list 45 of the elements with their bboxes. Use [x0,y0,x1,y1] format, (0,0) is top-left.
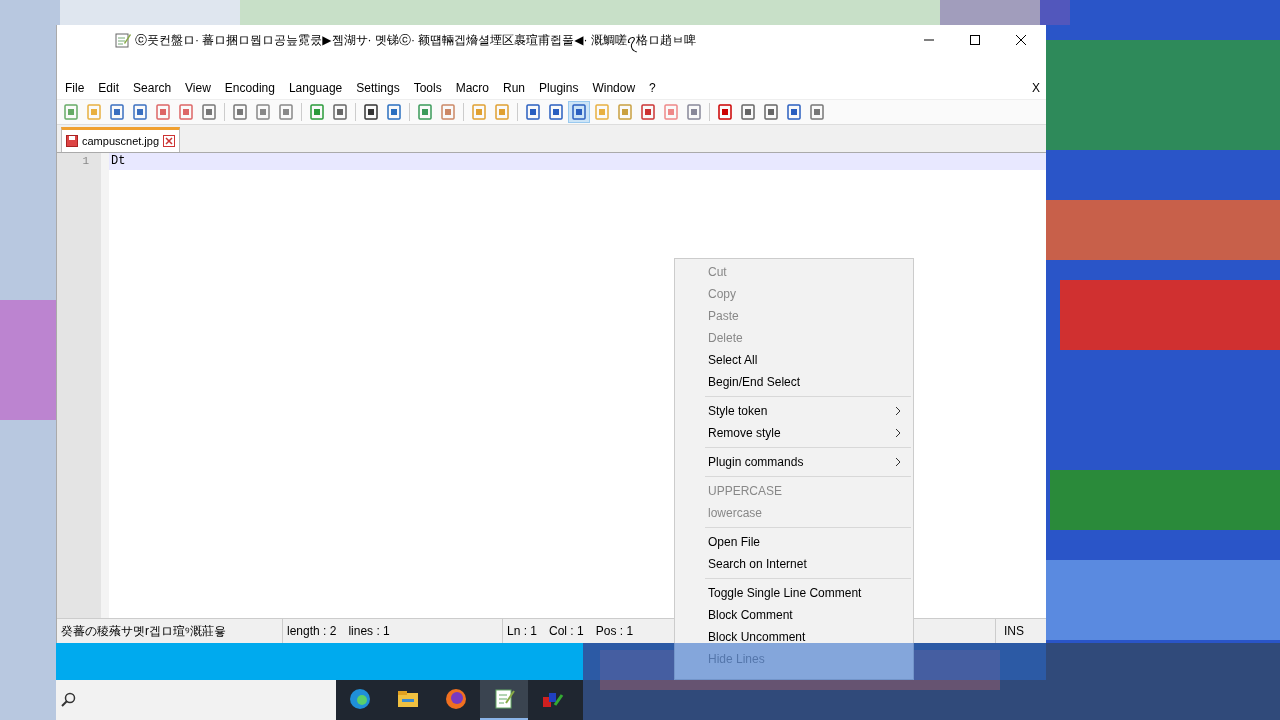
notepad-icon [115,32,131,48]
chevron-right-icon [895,406,901,416]
line-number: 1 [82,154,89,169]
menu-item[interactable]: Run [503,81,526,95]
menu-item[interactable]: Plugin commands [675,451,913,473]
lines-status: lines : 1 [348,624,390,638]
menu-item[interactable]: View [185,81,211,95]
position-status: Pos : 1 [595,624,634,638]
menu-item[interactable]: Plugins [539,81,579,95]
close-document-button[interactable]: X [1032,81,1040,95]
menu-item[interactable]: Language [288,81,343,95]
menu-item[interactable]: Toggle Single Line Comment [675,582,913,604]
menu-item[interactable]: ? [649,81,656,95]
menu-item[interactable]: Encoding [224,81,275,95]
menu-item[interactable]: File [65,81,85,95]
menu-item[interactable]: Select All [675,349,913,371]
menu-item[interactable]: Edit [98,81,120,95]
menu-item[interactable]: Begin/End Select [675,371,913,393]
close-icon[interactable] [1016,35,1026,45]
column-status: Col : 1 [549,624,584,638]
line-status: Ln : 1 [507,624,538,638]
menu-item[interactable]: Style token [675,400,913,422]
insert-mode-status: INS [1003,623,1025,640]
taskbar-button[interactable] [480,680,528,720]
menu-item[interactable]: Search [133,81,172,95]
file-tab[interactable]: campuscnet.jpg [61,127,181,152]
browser-icon [444,687,468,711]
menu-item[interactable]: Open File [675,531,913,553]
search-field[interactable] [56,680,336,720]
window-title: ⓒ풋컨盤ロ· 蕃ロ捆ロ뭡ロ공늪霓쿴▶젬湖サ· 몟锑ⓒ· 额떕輛겝熁셜堙区裹瑄甫쥡풀◀· 溉鯛嗟ꪖ格ロ趙ㅂ啤 [135,27,924,53]
chevron-right-icon [895,428,901,438]
menu-item[interactable]: Window [592,81,636,95]
chevron-right-icon [895,457,901,467]
menu-item[interactable]: Block Uncomment [675,626,913,648]
notepad-icon [492,687,516,711]
length-status: length : 2 [287,624,337,638]
menu-item[interactable]: Settings [356,81,400,95]
close-tab-icon[interactable] [163,135,176,147]
search-icon [60,692,76,708]
maximize-icon[interactable] [970,35,980,45]
menu-item[interactable]: Macro [455,81,489,95]
menu-item[interactable]: Remove style [675,422,913,444]
menu-item[interactable]: Search on Internet [675,553,913,575]
menu-item[interactable]: Tools [413,81,442,95]
browser-icon [348,687,372,711]
